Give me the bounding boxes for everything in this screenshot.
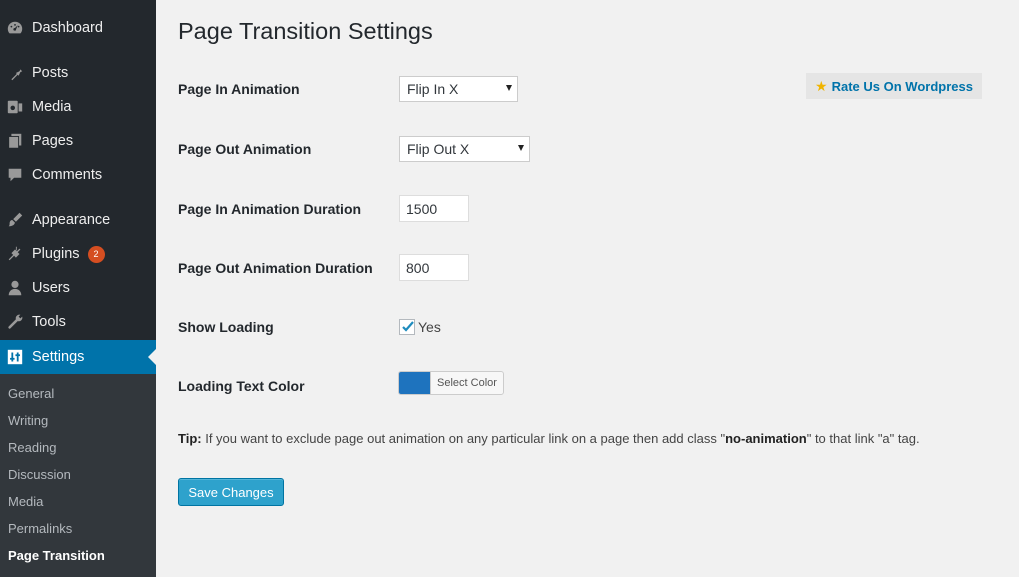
- menu-comments[interactable]: Comments: [0, 158, 156, 192]
- submenu-general[interactable]: General: [8, 386, 54, 401]
- settings-submenu: General Writing Reading Discussion Media…: [0, 374, 156, 577]
- menu-settings[interactable]: Settings: [0, 340, 156, 374]
- settings-icon: [5, 347, 25, 367]
- rate-us-button[interactable]: ★ Rate Us On Wordpress: [806, 73, 982, 99]
- brush-icon: [5, 210, 25, 230]
- menu-label: Tools: [32, 314, 66, 330]
- menu-label: Pages: [32, 133, 74, 149]
- user-icon: [5, 278, 25, 298]
- admin-sidebar: Dashboard Posts Media Pages Comments App…: [0, 0, 156, 577]
- color-swatch: [399, 372, 430, 394]
- comment-icon: [5, 165, 25, 185]
- menu-label: Settings: [32, 349, 85, 365]
- settings-main: Page Transition Settings ★ Rate Us On Wo…: [178, 0, 1019, 577]
- menu-label: Dashboard: [32, 20, 103, 36]
- select-color-label: Select Color: [430, 372, 503, 394]
- dropdown-arrow-icon: [506, 85, 512, 91]
- menu-label: Appearance: [32, 212, 111, 228]
- star-icon: ★: [815, 77, 828, 94]
- tip-text: Tip: If you want to exclude page out ani…: [178, 431, 920, 446]
- menu-dashboard[interactable]: Dashboard: [0, 11, 156, 45]
- select-value: Flip Out X: [407, 141, 470, 157]
- save-changes-button[interactable]: Save Changes: [178, 478, 284, 506]
- dropdown-arrow-icon: [518, 145, 524, 151]
- update-count-badge: 2: [87, 245, 105, 263]
- menu-label: Comments: [32, 167, 103, 183]
- in-duration-label: Page In Animation Duration: [178, 201, 362, 217]
- submenu-reading[interactable]: Reading: [8, 440, 56, 455]
- menu-label: Media: [32, 99, 72, 115]
- checkmark-icon: [402, 321, 414, 332]
- submenu-writing[interactable]: Writing: [8, 413, 48, 428]
- menu-plugins[interactable]: Plugins 2: [0, 237, 156, 271]
- select-value: Flip In X: [407, 81, 459, 97]
- submenu-page-transition[interactable]: Page Transition: [8, 548, 105, 563]
- submenu-media[interactable]: Media: [8, 494, 43, 509]
- submenu-permalinks[interactable]: Permalinks: [8, 521, 72, 536]
- page-in-animation-label: Page In Animation: [178, 81, 300, 97]
- menu-appearance[interactable]: Appearance: [0, 203, 156, 237]
- out-duration-label: Page Out Animation Duration: [178, 260, 373, 276]
- menu-tools[interactable]: Tools: [0, 305, 156, 339]
- tip-class-name: no-animation: [725, 431, 807, 446]
- show-loading-checkbox[interactable]: [399, 319, 415, 335]
- submenu-discussion[interactable]: Discussion: [8, 467, 71, 482]
- menu-pages[interactable]: Pages: [0, 124, 156, 158]
- tip-prefix: Tip:: [178, 431, 202, 446]
- tip-body-2: " to that link "a" tag.: [806, 431, 920, 446]
- show-loading-yes-label: Yes: [418, 319, 441, 335]
- dashboard-icon: [5, 18, 25, 38]
- pin-icon: [5, 63, 25, 83]
- menu-label: Plugins: [32, 246, 80, 262]
- in-duration-input[interactable]: 1500: [399, 195, 469, 222]
- rate-us-label: Rate Us On Wordpress: [831, 78, 973, 94]
- pages-icon: [5, 131, 25, 151]
- page-in-animation-select[interactable]: Flip In X: [399, 76, 518, 102]
- menu-media[interactable]: Media: [0, 90, 156, 124]
- wrench-icon: [5, 312, 25, 332]
- menu-label: Users: [32, 280, 70, 296]
- page-title: Page Transition Settings: [178, 18, 433, 44]
- page-out-animation-label: Page Out Animation: [178, 141, 312, 157]
- tip-body-1: If you want to exclude page out animatio…: [201, 431, 726, 446]
- menu-label: Posts: [32, 65, 69, 81]
- out-duration-input[interactable]: 800: [399, 254, 469, 281]
- menu-users[interactable]: Users: [0, 271, 156, 305]
- color-picker-button[interactable]: Select Color: [398, 371, 504, 395]
- show-loading-label: Show Loading: [178, 319, 274, 335]
- loading-text-color-label: Loading Text Color: [178, 378, 305, 394]
- menu-posts[interactable]: Posts: [0, 56, 156, 90]
- page-out-animation-select[interactable]: Flip Out X: [399, 136, 530, 162]
- plug-icon: [5, 244, 25, 264]
- media-icon: [5, 97, 25, 117]
